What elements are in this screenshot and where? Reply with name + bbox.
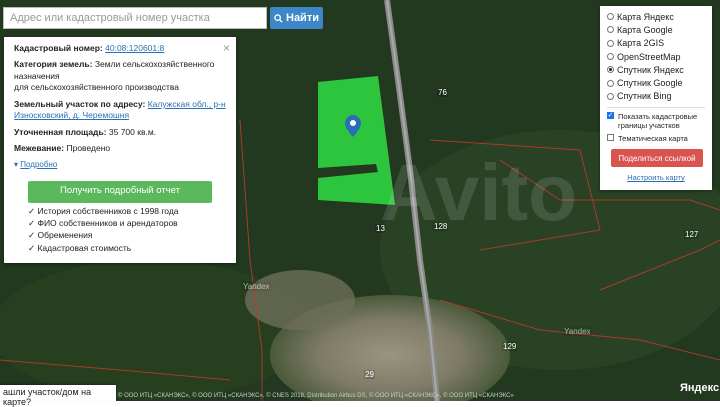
layer-option-bing-satellite[interactable]: Спутник Bing: [607, 90, 705, 103]
layer-option-google-map[interactable]: Карта Google: [607, 23, 705, 36]
configure-map-link[interactable]: Настроить карту: [607, 173, 705, 182]
layer-option-google-satellite[interactable]: Спутник Google: [607, 76, 705, 89]
layer-option-2gis-map[interactable]: Карта 2GIS: [607, 37, 705, 50]
more-details-label: Подробно: [20, 159, 58, 169]
survey-value: Проведено: [66, 143, 111, 154]
category-row: Категория земель: Земли сельскохозяйстве…: [14, 59, 226, 93]
get-report-button[interactable]: Получить подробный отчет: [28, 180, 212, 203]
search-button-label: Найти: [286, 12, 319, 24]
road-number-13: 13: [375, 224, 386, 233]
radio-button[interactable]: [607, 13, 614, 21]
checkbox-label: Показать кадастровые границы участков: [618, 112, 698, 131]
map-layers-panel: Карта Яндекс Карта Google Карта 2GIS Ope…: [600, 6, 712, 190]
more-details-link[interactable]: ▾ Подробно: [14, 160, 226, 171]
cadastral-number-link[interactable]: 40:08:120601:8: [105, 43, 164, 53]
layer-option-yandex-map[interactable]: Карта Яндекс: [607, 10, 705, 23]
cadastral-label: Кадастровый номер:: [14, 43, 103, 53]
layer-label: Карта 2GIS: [617, 38, 665, 49]
layer-option-yandex-satellite[interactable]: Спутник Яндекс: [607, 63, 705, 76]
search-icon: [274, 13, 283, 23]
survey-label: Межевание:: [14, 143, 65, 154]
area-row: Уточненная площадь: 35 700 кв.м.: [14, 127, 226, 138]
layer-label: Карта Яндекс: [617, 11, 674, 22]
layer-option-osm[interactable]: OpenStreetMap: [607, 50, 705, 63]
divider: [607, 107, 705, 109]
radio-button[interactable]: [607, 79, 614, 87]
feature-text: История собственников с 1998 года: [37, 205, 179, 216]
layer-label: OpenStreetMap: [617, 51, 681, 62]
list-item: ✓ Кадастровая стоимость: [28, 243, 226, 254]
show-boundaries-checkbox-row[interactable]: ✓ Показать кадастровые границы участков: [607, 112, 705, 131]
copyright-text: © ООО ИТЦ «СКАНЭКС», © ООО ИТЦ «СКАНЭКС»…: [118, 393, 514, 399]
layer-label: Карта Google: [617, 24, 673, 35]
yandex-logo: Яндекс: [680, 382, 720, 394]
area-label: Уточненная площадь:: [14, 126, 107, 137]
thematic-map-checkbox-row[interactable]: Тематическая карта: [607, 133, 705, 143]
feature-text: Кадастровая стоимость: [37, 242, 132, 253]
checkbox[interactable]: [607, 133, 614, 141]
layer-label: Спутник Bing: [617, 91, 672, 102]
list-item: ✓ ФИО собственников и арендаторов: [28, 218, 226, 229]
category-value-detail: для сельскохозяйственного производства: [14, 82, 180, 93]
road-number-128: 128: [433, 222, 449, 231]
feedback-question-bar[interactable]: ашли участок/дом на карте?: [0, 385, 116, 407]
cadastral-row: Кадастровый номер: 40:08:120601:8: [14, 43, 226, 54]
list-item: ✓ История собственников с 1998 года: [28, 206, 226, 217]
road-number-127: 127: [684, 230, 700, 239]
checkbox-checked[interactable]: ✓: [607, 112, 614, 120]
radio-button-selected[interactable]: [607, 66, 614, 74]
category-label: Категория земель:: [14, 59, 93, 70]
chevron-down-icon: ▾: [14, 159, 19, 169]
checkbox-label: Тематическая карта: [618, 133, 688, 143]
area-value: 35 700 кв.м.: [108, 126, 157, 137]
road-number-129: 129: [502, 342, 518, 351]
survey-row: Межевание: Проведено: [14, 143, 226, 154]
radio-button[interactable]: [607, 92, 614, 100]
road-number-29: 29: [364, 370, 375, 379]
watermark: Avito: [380, 148, 577, 237]
close-icon[interactable]: ×: [223, 40, 230, 56]
map-watermark-label: Yandex: [563, 327, 592, 336]
radio-button[interactable]: [607, 39, 614, 47]
radio-button[interactable]: [607, 26, 614, 34]
parcel-info-panel: × Кадастровый номер: 40:08:120601:8 Кате…: [4, 37, 236, 263]
search-input[interactable]: Адрес или кадастровый номер участка: [3, 7, 267, 29]
feature-text: ФИО собственников и арендаторов: [37, 218, 178, 229]
feature-text: Обременения: [37, 230, 93, 241]
map-watermark-label: Yandex: [242, 282, 271, 291]
radio-button[interactable]: [607, 53, 614, 61]
search-button[interactable]: Найти: [270, 7, 323, 29]
address-label: Земельный участок по адресу:: [14, 98, 146, 109]
layer-label: Спутник Google: [617, 78, 683, 89]
list-item: ✓ Обременения: [28, 230, 226, 241]
address-row: Земельный участок по адресу: Калужская о…: [14, 99, 226, 122]
road-number-76: 76: [437, 88, 448, 97]
report-features-list: ✓ История собственников с 1998 года ✓ ФИ…: [14, 206, 226, 255]
share-link-button[interactable]: Поделиться ссылкой: [611, 149, 703, 168]
layer-label: Спутник Яндекс: [617, 64, 684, 75]
